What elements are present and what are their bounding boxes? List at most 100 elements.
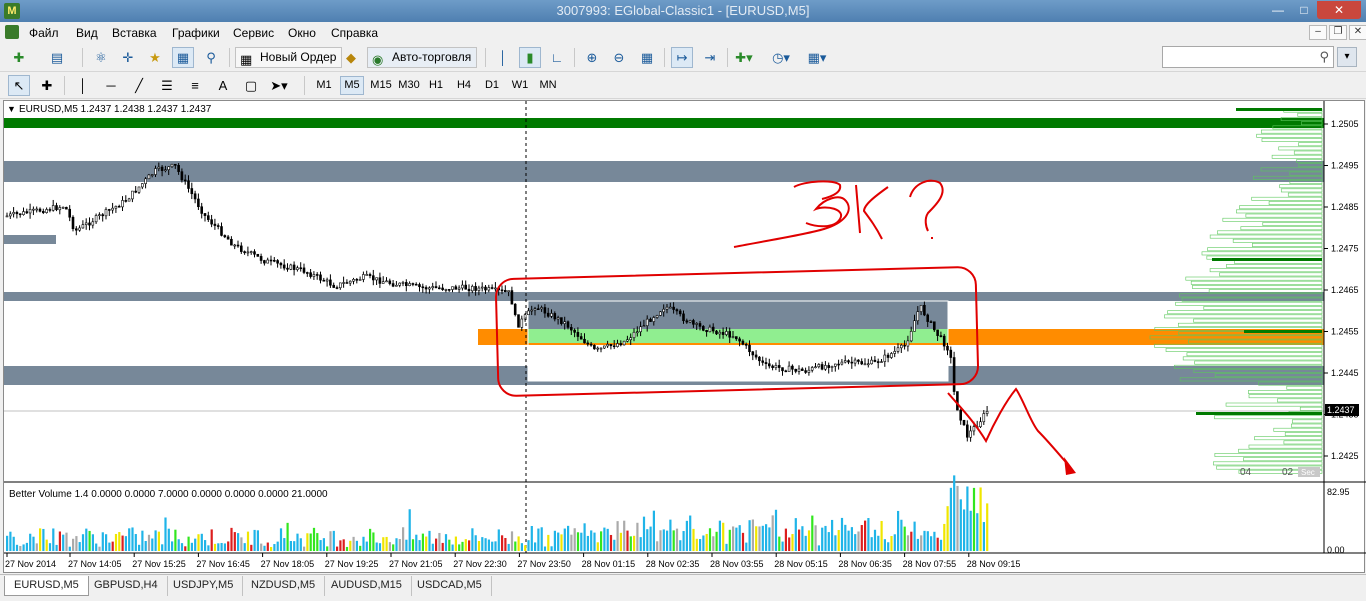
candle-bear <box>207 215 210 220</box>
navigator-icon[interactable]: ★ <box>144 47 166 68</box>
tab-gbpusd-h4[interactable]: GBPUSD,H4 <box>85 576 168 596</box>
tab-nzdusd-m5[interactable]: NZDUSD,M5 <box>242 576 326 596</box>
tab-usdcad-m5[interactable]: USDCAD,M5 <box>408 576 492 596</box>
menu-tools[interactable]: Сервис <box>233 26 274 40</box>
templates-icon[interactable]: ▦▾ <box>806 47 828 68</box>
close-window-button[interactable]: ✕ <box>1317 1 1361 19</box>
vertical-line-icon[interactable]: │ <box>72 75 94 96</box>
zoom-in-icon[interactable]: ⊕ <box>581 47 603 68</box>
zoom-out-icon[interactable]: ⊖ <box>608 47 630 68</box>
text-box-icon[interactable]: ▢ <box>240 75 262 96</box>
volume-bar <box>685 520 688 551</box>
candle-bull <box>365 274 369 276</box>
new-chart-icon[interactable]: ✚ <box>8 47 30 68</box>
candle-bear <box>692 320 695 325</box>
chart-window[interactable]: ▼ EURUSD,M5 1.2437 1.2438 1.2437 1.2437 … <box>3 100 1366 574</box>
volume-bar <box>263 545 266 551</box>
trendline-icon[interactable]: ╱ <box>128 75 150 96</box>
chart-shift-icon[interactable]: ↦ <box>671 47 693 68</box>
autotrading-button[interactable]: ◉ Авто-торговля <box>367 47 478 68</box>
menu-insert[interactable]: Вставка <box>112 26 157 40</box>
minimize-window-button[interactable]: — <box>1265 1 1291 19</box>
volume-bar <box>755 526 758 551</box>
candle-bull <box>919 304 923 312</box>
tab-audusd-m15[interactable]: AUDUSD,M15 <box>322 576 412 596</box>
profiles-icon[interactable]: ▤ <box>46 47 68 68</box>
candle-bear <box>276 260 279 264</box>
market-watch-icon[interactable]: ⚛ <box>90 47 112 68</box>
profile-level-1 <box>1212 258 1322 261</box>
profile-bar <box>1194 360 1323 365</box>
volume-bar <box>576 532 580 551</box>
metaeditor-icon[interactable]: ◆ <box>340 47 362 68</box>
timeframe-h4[interactable]: H4 <box>452 76 476 95</box>
timeframe-m30[interactable]: M30 <box>396 76 422 95</box>
volume-bar <box>831 519 834 551</box>
profile-bar <box>1238 448 1323 453</box>
tab-usdjpy-m5[interactable]: USDJPY,M5 <box>164 576 244 596</box>
tile-windows-icon[interactable]: ▦ <box>636 47 658 68</box>
volume-bar <box>78 542 81 551</box>
candle-bear <box>332 284 336 288</box>
menu-charts[interactable]: Графики <box>172 26 220 40</box>
arrows-icon[interactable]: ➤▾ <box>268 75 290 96</box>
child-close-button[interactable]: ✕ <box>1349 25 1366 40</box>
indicators-icon[interactable]: ✚▾ <box>733 47 755 68</box>
volume-bar <box>471 528 474 551</box>
search-dropdown-button[interactable]: ▾ <box>1337 47 1357 67</box>
timeframe-mn[interactable]: MN <box>536 76 560 95</box>
fibonacci-icon[interactable]: ≡ <box>184 75 206 96</box>
chart-header-arrow[interactable]: ▼ <box>7 104 16 114</box>
profile-bar <box>1284 432 1323 436</box>
volume-bar <box>926 531 929 551</box>
candle-bear <box>388 280 392 284</box>
horizontal-line-icon[interactable]: ─ <box>100 75 122 96</box>
text-label-icon[interactable]: A <box>212 75 234 96</box>
candle-bull <box>5 215 9 218</box>
price-tick-label: 1.2505 <box>1331 119 1359 129</box>
menu-window[interactable]: Окно <box>288 26 316 40</box>
data-window-icon[interactable]: ✛ <box>117 47 139 68</box>
timeframe-m5[interactable]: M5 <box>340 76 364 95</box>
tab-eurusd-m5[interactable]: EURUSD,M5 <box>4 576 89 596</box>
timeframe-m15[interactable]: M15 <box>368 76 394 95</box>
timeframe-w1[interactable]: W1 <box>508 76 532 95</box>
candle-bear <box>929 321 933 323</box>
menu-help[interactable]: Справка <box>331 26 378 40</box>
chart-window-icon[interactable] <box>5 25 19 39</box>
annotation-3-stroke <box>733 196 850 248</box>
child-restore-button[interactable]: ❐ <box>1329 25 1347 40</box>
new-order-button[interactable]: ▦ Новый Ордер <box>235 47 343 68</box>
volume-bar <box>161 544 164 551</box>
indicator-header: Better Volume 1.4 0.0000 0.0000 7.0000 0… <box>9 489 328 500</box>
terminal-icon[interactable]: ▦ <box>172 47 194 68</box>
cursor-icon[interactable]: ↖ <box>8 75 30 96</box>
search-icon[interactable]: ⚲ <box>1319 49 1329 65</box>
volume-bar <box>722 522 725 551</box>
child-minimize-button[interactable]: – <box>1309 25 1327 40</box>
crosshair-icon[interactable]: ✚ <box>36 75 58 96</box>
timeframe-m1[interactable]: M1 <box>312 76 336 95</box>
volume-bar <box>15 544 19 551</box>
periods-icon[interactable]: ◷▾ <box>770 47 792 68</box>
volume-bar <box>534 542 537 551</box>
volume-bar <box>345 546 349 551</box>
candle-bull <box>602 345 606 349</box>
menu-file[interactable]: Файл <box>29 26 59 40</box>
timeframe-h1[interactable]: H1 <box>424 76 448 95</box>
candle-bull <box>893 351 897 354</box>
price-chart[interactable]: ▼ EURUSD,M5 1.2437 1.2438 1.2437 1.2437 … <box>4 101 1366 574</box>
menu-view[interactable]: Вид <box>76 26 98 40</box>
volume-bar <box>128 528 131 551</box>
candle-bull <box>979 421 982 428</box>
search-input[interactable] <box>1166 48 1316 66</box>
strategy-tester-icon[interactable]: ⚲ <box>200 47 222 68</box>
candlestick-icon[interactable]: ▮ <box>519 47 541 68</box>
line-chart-icon[interactable]: ∟ <box>546 47 568 68</box>
equidistant-channel-icon[interactable]: ☰ <box>156 75 178 96</box>
time-tick-label: 27 Nov 19:25 <box>325 559 379 569</box>
maximize-window-button[interactable]: □ <box>1291 1 1317 19</box>
auto-scroll-icon[interactable]: ⇥ <box>699 47 721 68</box>
timeframe-d1[interactable]: D1 <box>480 76 504 95</box>
bar-chart-icon[interactable]: │ <box>492 47 514 68</box>
